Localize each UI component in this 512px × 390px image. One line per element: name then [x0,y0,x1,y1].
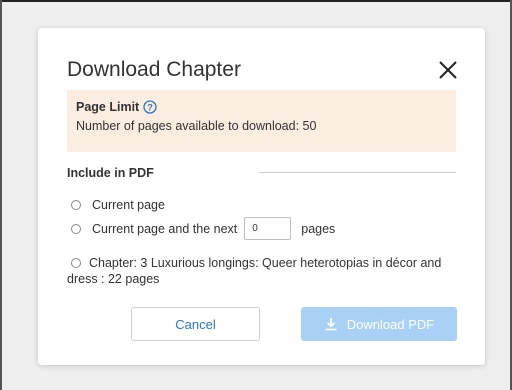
help-circle-icon[interactable]: ? [143,100,157,114]
option-pages-suffix: pages [301,221,336,236]
option-chapter[interactable]: Chapter: 3 Luxurious longings: Queer het… [67,255,467,287]
option-current-and-next-label: Current page and the next [92,221,238,236]
page-limit-label: Page Limit [76,100,140,114]
option-current-and-next[interactable]: Current page and the next pages [71,217,335,240]
radio-current-page[interactable] [71,200,81,210]
next-pages-input[interactable] [244,217,292,240]
svg-text:?: ? [147,103,153,114]
option-current-page[interactable]: Current page [71,198,165,212]
download-chapter-dialog: Download Chapter Page Limit ? Number of … [38,28,485,365]
close-button[interactable] [436,58,460,82]
include-divider [259,172,456,173]
radio-current-and-next[interactable] [71,223,81,234]
download-icon [325,318,337,331]
include-heading: Include in PDF [67,166,154,180]
option-current-page-label: Current page [92,198,165,212]
page-limit-notice: Page Limit ? Number of pages available t… [67,90,456,152]
cancel-button[interactable]: Cancel [131,307,260,341]
page-limit-text: Number of pages available to download: 5… [76,119,317,133]
window-top-border [0,0,512,2]
window-left-border [0,0,2,390]
close-icon [439,61,457,79]
option-chapter-label: Chapter: 3 Luxurious longings: Queer het… [67,256,442,286]
dialog-title: Download Chapter [67,58,241,81]
download-pdf-label: Download PDF [346,316,435,332]
download-pdf-button[interactable]: Download PDF [301,307,457,341]
radio-chapter[interactable] [71,258,81,268]
